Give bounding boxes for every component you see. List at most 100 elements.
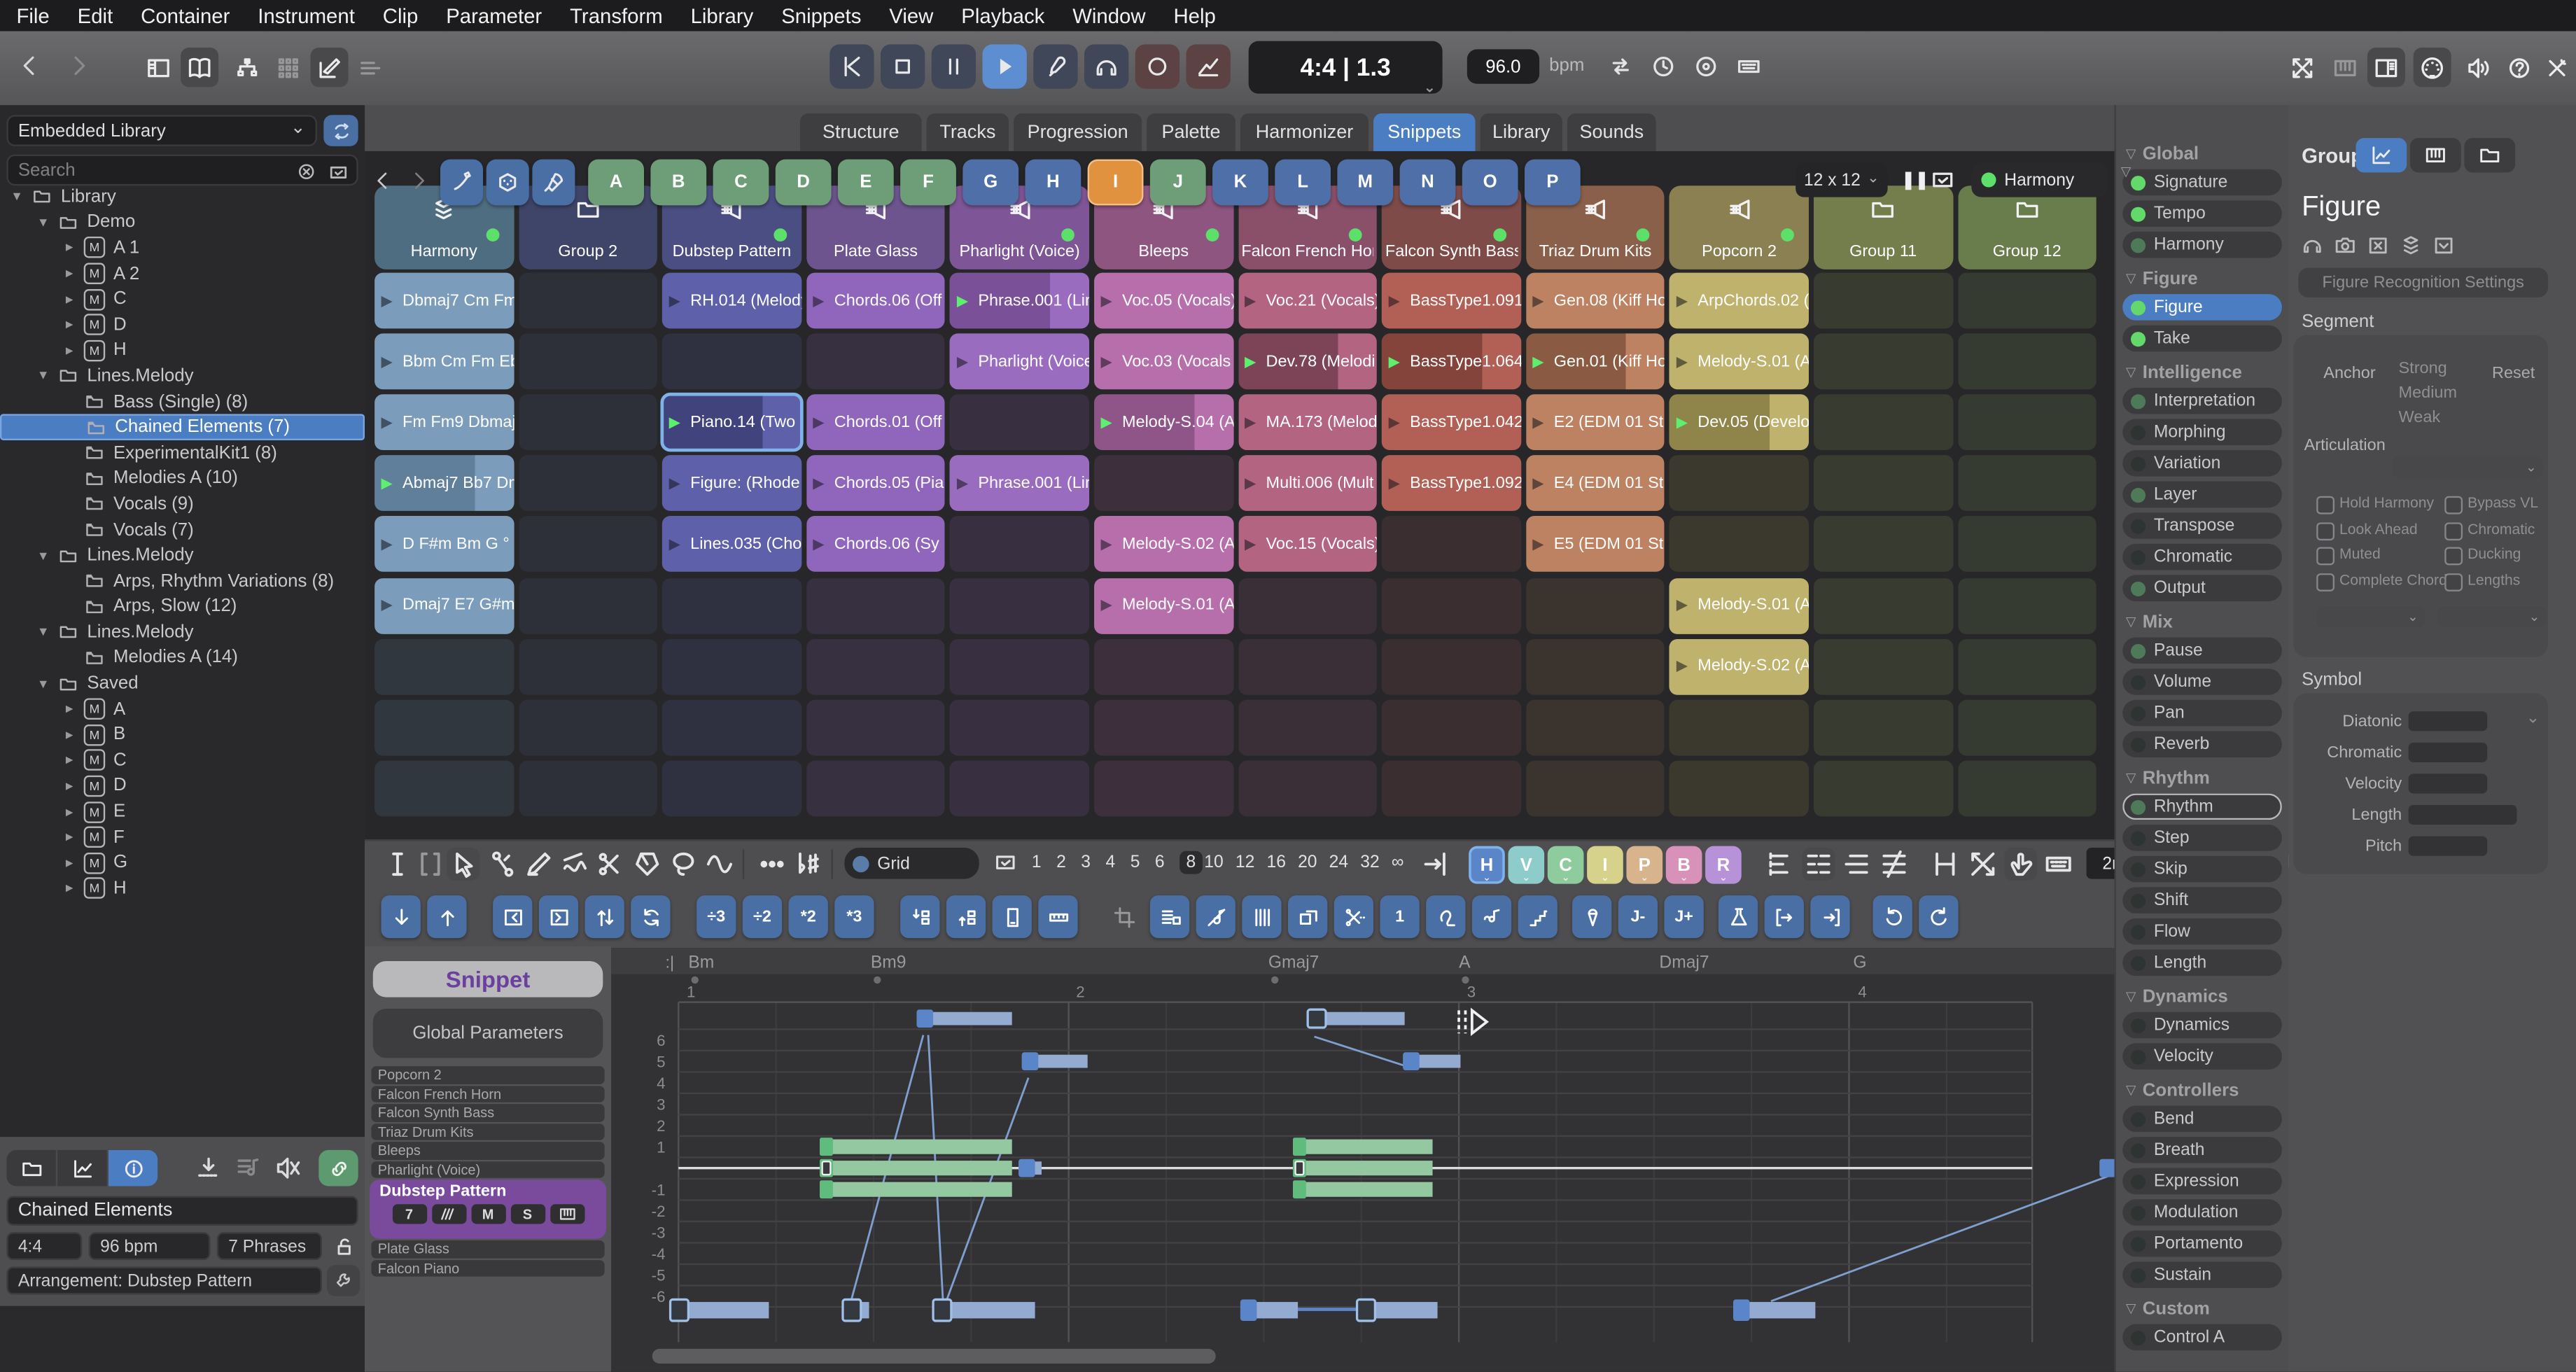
param-item-output[interactable]: Output: [2122, 575, 2282, 601]
param-section-intelligence[interactable]: ▽Intelligence: [2116, 356, 2288, 388]
param-item-tempo[interactable]: Tempo: [2122, 200, 2282, 227]
menu-item-view[interactable]: View: [889, 4, 933, 27]
grid-cell[interactable]: [1094, 760, 1233, 816]
grid-cell[interactable]: [519, 517, 657, 573]
play-outline-icon[interactable]: ▶: [1676, 657, 1698, 676]
play-icon[interactable]: ▶: [1100, 414, 1122, 432]
grid-cell[interactable]: [374, 760, 513, 816]
division-6[interactable]: 6: [1155, 853, 1165, 872]
disc-button[interactable]: [1692, 52, 1720, 80]
grid-cell[interactable]: ▶Pharlight (Voice: [950, 334, 1088, 390]
param-section-figure[interactable]: ▽Figure: [2116, 263, 2288, 295]
reset-button[interactable]: Reset: [2492, 365, 2535, 383]
tab-tracks[interactable]: Tracks: [927, 113, 1009, 151]
tab-progression[interactable]: Progression: [1014, 113, 1142, 151]
column-header-group-12[interactable]: Group 12: [1958, 186, 2096, 270]
grid9-button[interactable]: [270, 48, 307, 87]
play-outline-icon[interactable]: ▶: [957, 353, 979, 371]
book-button[interactable]: [181, 48, 218, 87]
disclosure-triangle-icon[interactable]: ▸: [66, 316, 84, 334]
redo-button[interactable]: [1919, 895, 1958, 938]
arrangement-field[interactable]: Arrangement: Dubstep Pattern: [6, 1266, 322, 1294]
param-item-pause[interactable]: Pause: [2122, 638, 2282, 664]
param-letter-r[interactable]: R⌄: [1705, 846, 1742, 884]
grid-cell[interactable]: ▶Phrase.001 (Lin: [950, 273, 1088, 329]
tree-item-arps-slow-12-[interactable]: Arps, Slow (12): [0, 594, 365, 620]
param-item-variation[interactable]: Variation: [2122, 450, 2282, 477]
tab-snippets[interactable]: Snippets: [1373, 113, 1476, 151]
grid-cell[interactable]: ▶Melody-S.01 (A: [1670, 334, 1808, 390]
tree-item-a-2[interactable]: ▸MA 2: [0, 261, 365, 287]
param-section-rhythm[interactable]: ▽Rhythm: [2116, 762, 2288, 794]
play-outline-icon[interactable]: ▶: [1676, 292, 1698, 310]
tree-item-b[interactable]: ▸MB: [0, 722, 365, 748]
disclosure-triangle-icon[interactable]: ▸: [66, 803, 84, 821]
track-m-button[interactable]: M: [470, 1204, 505, 1224]
tree-item-h[interactable]: ▸MH: [0, 876, 365, 902]
record-button[interactable]: [1135, 44, 1180, 88]
piano-view-button[interactable]: [2410, 138, 2461, 172]
grid-cell[interactable]: [1526, 638, 1665, 694]
tab-palette[interactable]: Palette: [1147, 113, 1236, 151]
pause-button[interactable]: [932, 44, 976, 88]
param-item-interpretation[interactable]: Interpretation: [2122, 388, 2282, 414]
symbol-chromatic-input[interactable]: [2409, 743, 2488, 762]
play-outline-icon[interactable]: ▶: [957, 475, 979, 493]
param-section-dynamics[interactable]: ▽Dynamics: [2116, 981, 2288, 1012]
edit-button[interactable]: [311, 48, 349, 87]
play-outline-icon[interactable]: ▶: [669, 475, 691, 493]
param-item-pan[interactable]: Pan: [2122, 700, 2282, 727]
grid-cell[interactable]: [1526, 760, 1665, 816]
param-section-custom[interactable]: ▽Custom: [2116, 1293, 2288, 1324]
position-display[interactable]: 4:4 | 1.3⌄: [1249, 41, 1443, 94]
align3-button[interactable]: [1840, 848, 1873, 881]
grid-cell[interactable]: [519, 395, 657, 451]
param-letter-i[interactable]: I⌄: [1587, 846, 1623, 884]
grid-cell[interactable]: ▶Chords.01 (Off: [806, 395, 945, 451]
grid-cell[interactable]: [519, 699, 657, 755]
chevron-down-icon[interactable]: ⌄: [1424, 79, 1436, 97]
grid-cell[interactable]: ▶Melody-S.02 (A: [1670, 638, 1808, 694]
search-input[interactable]: Search: [6, 155, 358, 186]
pause-all-icon[interactable]: ❚❚: [1900, 169, 1928, 191]
menu-item-instrument[interactable]: Instrument: [258, 4, 355, 27]
grid-cell[interactable]: [1094, 638, 1233, 694]
play-outline-icon[interactable]: ▶: [381, 596, 402, 615]
tree-item-chained-elements-7-[interactable]: Chained Elements (7): [0, 414, 365, 440]
refresh-button[interactable]: [631, 895, 670, 938]
grid-cell[interactable]: [1814, 273, 1952, 329]
grid-cell[interactable]: ▶Melody-S.01 (A: [1670, 578, 1808, 634]
grid-cell[interactable]: [519, 334, 657, 390]
ibeam-tool[interactable]: [381, 848, 414, 881]
disclosure-triangle-icon[interactable]: ▸: [66, 342, 84, 360]
grid-cell[interactable]: ▶BassType1.064: [1382, 334, 1520, 390]
grid-cell[interactable]: ▶E2 (EDM 01 Stra: [1526, 395, 1665, 451]
grid-cell[interactable]: ▶Bbm Cm Fm Eb: [374, 334, 513, 390]
play-outline-icon[interactable]: ▶: [1245, 475, 1266, 493]
checkbox-bypass-vl[interactable]: [2444, 496, 2463, 514]
headphones-button[interactable]: [2300, 233, 2325, 258]
container-name-field[interactable]: Chained Elements: [6, 1196, 358, 1226]
musiclist-button[interactable]: [233, 1154, 262, 1183]
symbol-pitch-input[interactable]: [2409, 836, 2488, 856]
chart-tab[interactable]: [57, 1150, 108, 1186]
linknote-button[interactable]: [1472, 895, 1511, 938]
monitor-checkbox-icon[interactable]: [1928, 166, 1956, 194]
grid-cell[interactable]: [1958, 456, 2096, 512]
mergeup-button[interactable]: [946, 895, 986, 938]
grid-cell[interactable]: ▶Figure: (Rhode: [662, 456, 801, 512]
grid-cell[interactable]: [1958, 638, 2096, 694]
op-*3-button[interactable]: *3: [834, 895, 874, 938]
track-item[interactable]: Triaz Drum Kits: [371, 1123, 604, 1140]
draw-button[interactable]: [440, 160, 483, 206]
minikbd-button[interactable]: [550, 1204, 584, 1224]
grid-cell[interactable]: ▶Voc.15 (Vocals): [1238, 517, 1377, 573]
grid-cell[interactable]: ▶ArpChords.02 (: [1670, 273, 1808, 329]
mic-button[interactable]: [1033, 44, 1077, 88]
grid-cell[interactable]: [1094, 456, 1233, 512]
grid-cell[interactable]: [1238, 760, 1377, 816]
tree-item-c[interactable]: ▸MC: [0, 748, 365, 774]
play-icon[interactable]: ▶: [957, 292, 979, 310]
align1-button[interactable]: [1765, 848, 1798, 881]
play-outline-icon[interactable]: ▶: [1676, 596, 1698, 615]
